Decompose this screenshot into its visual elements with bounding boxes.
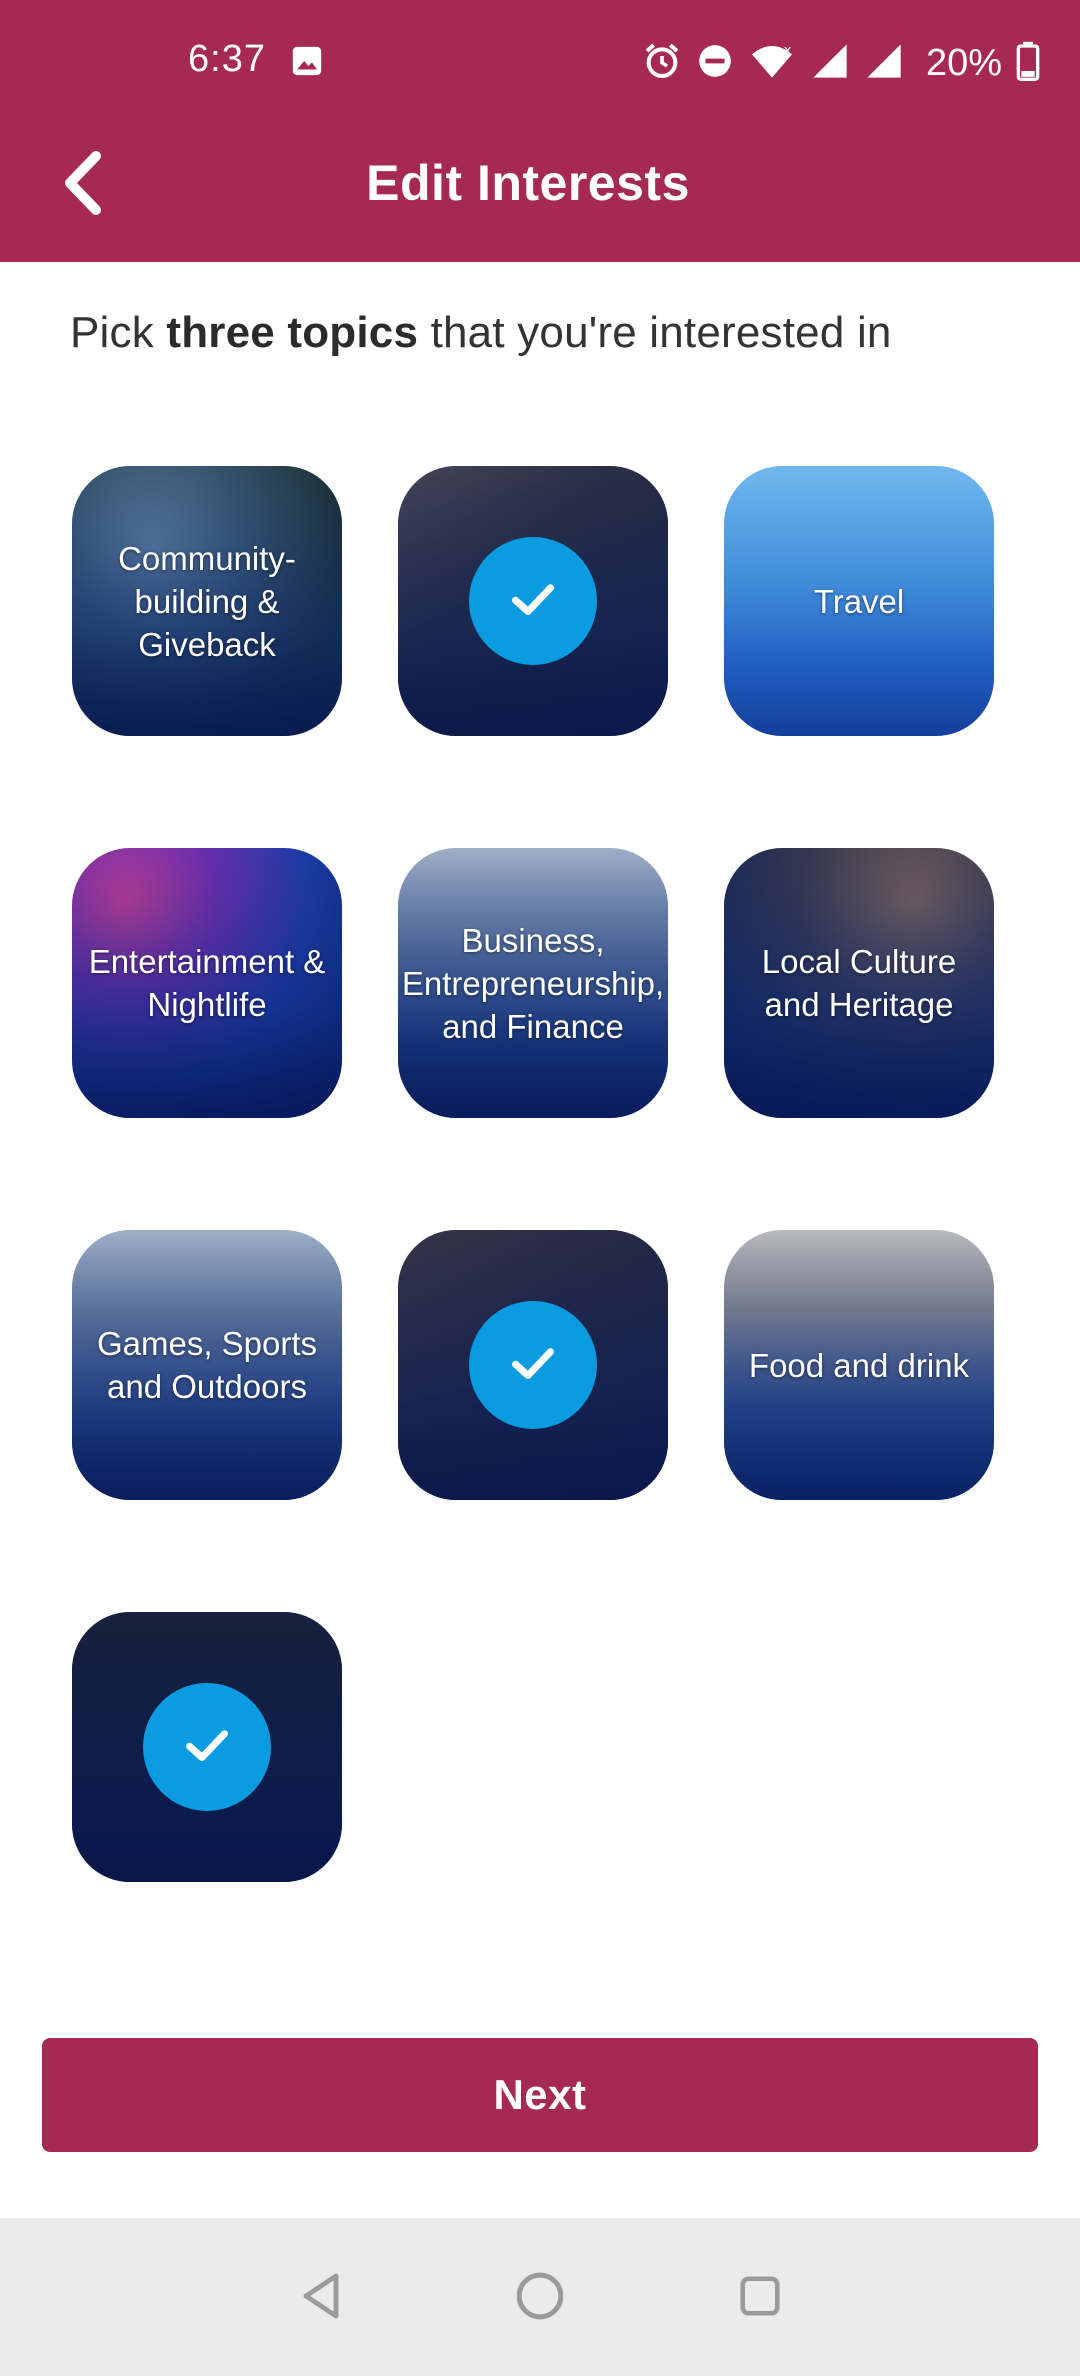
interest-tile-travel[interactable]: Travel xyxy=(724,466,994,736)
tile-label: Local Culture and Heritage xyxy=(761,943,957,1023)
selected-check-badge xyxy=(143,1683,271,1811)
interest-tile-entertainment[interactable]: Entertainment & Nightlife xyxy=(72,848,342,1118)
signal-icon xyxy=(810,41,850,86)
battery-icon xyxy=(1016,41,1040,86)
interest-tile-selected-3[interactable] xyxy=(72,1612,342,1882)
nav-recents-button[interactable] xyxy=(724,2262,796,2334)
interest-tile-selected-2[interactable] xyxy=(398,1230,668,1500)
alarm-icon xyxy=(642,41,682,86)
instruction-text: Pick three topics that you're interested… xyxy=(70,308,892,358)
back-triangle-icon xyxy=(298,2270,346,2327)
tile-label: Community-building & Giveback xyxy=(118,539,296,663)
interest-tile-business[interactable]: Business, Entrepreneurship, and Finance xyxy=(398,848,668,1118)
checkmark-icon xyxy=(177,1715,237,1780)
tile-label: Games, Sports and Outdoors xyxy=(96,1325,318,1405)
next-button[interactable]: Next xyxy=(42,2038,1038,2152)
toolbar: Edit Interests xyxy=(0,140,1080,230)
selected-check-badge xyxy=(469,1301,597,1429)
nav-back-button[interactable] xyxy=(286,2262,358,2334)
page-title: Edit Interests xyxy=(366,155,690,211)
battery-percent: 20% xyxy=(925,41,1002,84)
recents-square-icon xyxy=(737,2273,783,2324)
dnd-icon xyxy=(696,42,734,85)
tile-label: Entertainment & Nightlife xyxy=(88,943,326,1023)
interest-tile-local-culture[interactable]: Local Culture and Heritage xyxy=(724,848,994,1118)
nav-home-button[interactable] xyxy=(504,2262,576,2334)
system-nav-bar xyxy=(0,2218,1080,2376)
status-time: 6:37 xyxy=(188,38,266,80)
image-icon xyxy=(290,44,324,83)
tile-label: Business, Entrepreneurship, and Finance xyxy=(401,921,665,1045)
interest-tile-community[interactable]: Community-building & Giveback xyxy=(72,466,342,736)
interest-tile-games-sports[interactable]: Games, Sports and Outdoors xyxy=(72,1230,342,1500)
home-circle-icon xyxy=(515,2271,565,2326)
checkmark-icon xyxy=(503,1333,563,1398)
selected-check-badge xyxy=(469,537,597,665)
instruction-suffix: that you're interested in xyxy=(418,308,892,357)
wifi-icon: x xyxy=(748,41,796,86)
status-icons: x 20% xyxy=(642,36,1040,90)
app-bar: 6:37 x 20% Edit Interests xyxy=(0,0,1080,262)
tile-label: Food and drink xyxy=(748,1346,970,1384)
checkmark-icon xyxy=(503,569,563,634)
signal-icon xyxy=(864,41,904,86)
tile-label: Travel xyxy=(813,582,905,620)
interest-tile-food-drink[interactable]: Food and drink xyxy=(724,1230,994,1500)
instruction-prefix: Pick xyxy=(70,308,167,357)
status-bar: 6:37 x 20% xyxy=(0,36,1080,90)
interest-tile-selected-1[interactable] xyxy=(398,466,668,736)
svg-text:x: x xyxy=(784,43,792,58)
instruction-emphasis: three topics xyxy=(166,308,419,357)
